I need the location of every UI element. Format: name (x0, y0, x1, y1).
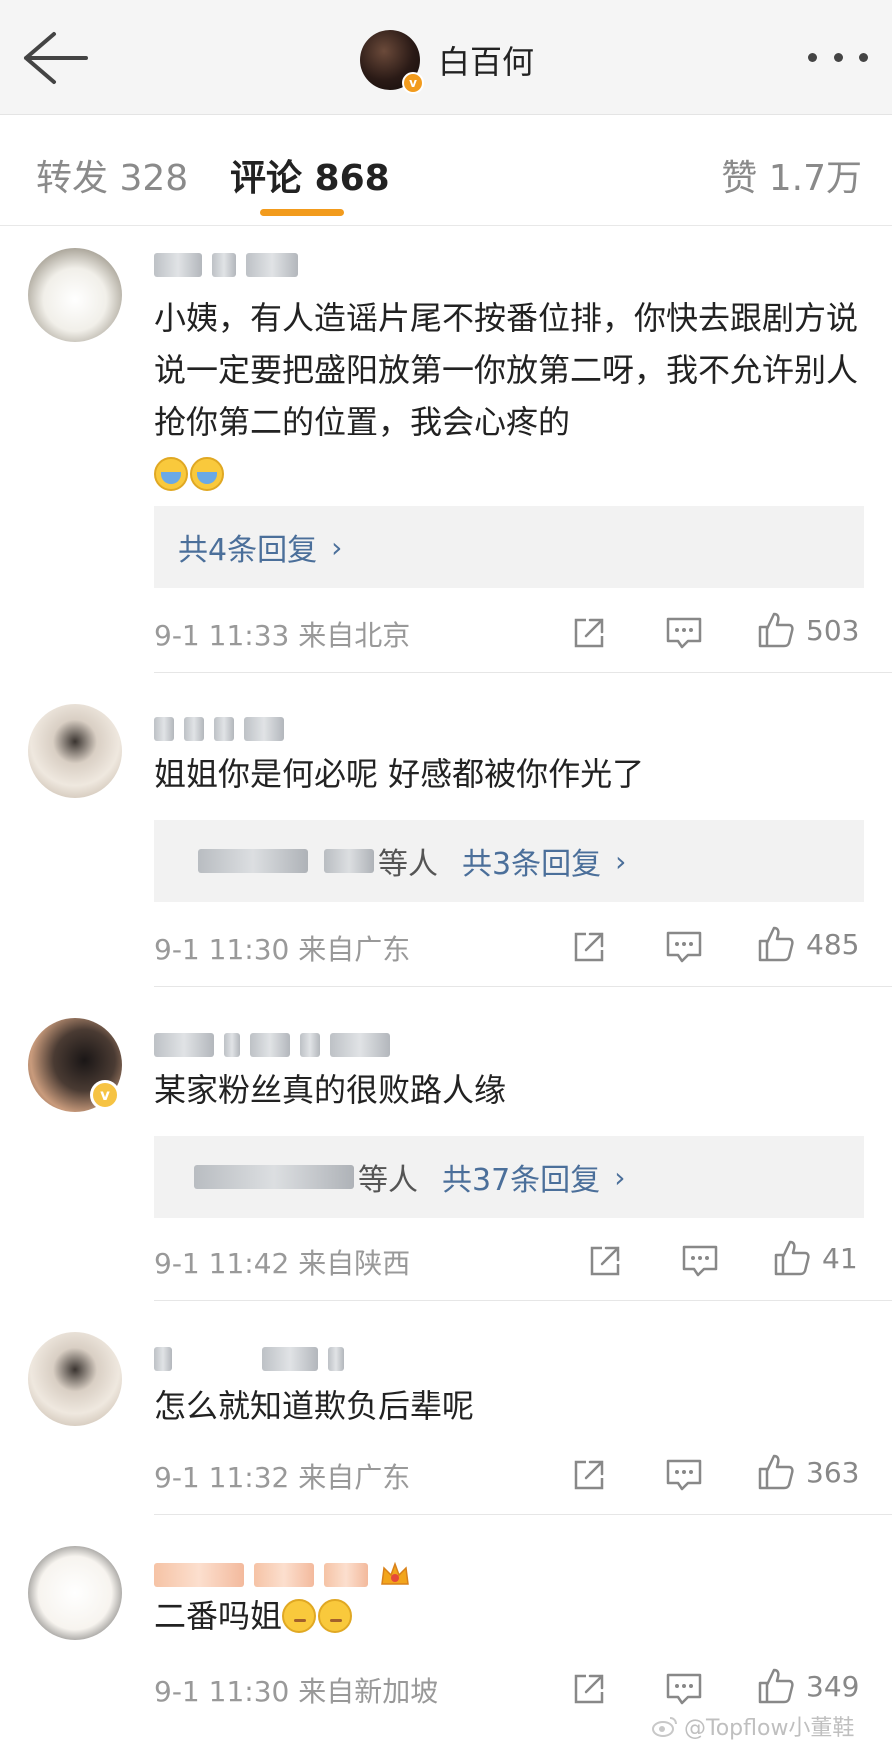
blurred-names (324, 849, 374, 873)
tab-bar: 转发 328 评论 868 赞 1.7万 (0, 115, 892, 226)
shy-emoji-icon (318, 1599, 353, 1633)
top-bar: v 白百何 (0, 0, 892, 115)
comment-text: 姐姐你是何必呢 好感都被你作光了 (154, 755, 645, 793)
comment-text: 小姨，有人造谣片尾不按番位排，你快去跟剧方说说一定要把盛阳放第一你放第二呀，我不… (154, 292, 866, 500)
like-count: 349 (806, 1669, 860, 1703)
active-tab-indicator (260, 209, 344, 216)
timestamp-location: 9-1 11:42 来自陕西 (154, 1247, 411, 1280)
avatar[interactable]: v (360, 30, 424, 94)
like-button[interactable]: 485 (756, 924, 859, 964)
thumbs-up-icon (758, 612, 794, 648)
avatar[interactable] (28, 1546, 122, 1640)
profile-title[interactable]: v 白百何 (360, 28, 535, 94)
share-icon[interactable] (570, 614, 608, 652)
reply-count-link[interactable]: 共4条回复 (178, 525, 317, 569)
more-options-icon[interactable] (808, 42, 868, 72)
avatar[interactable] (28, 704, 122, 798)
comment-text: 怎么就知道欺负后辈呢 (154, 1387, 475, 1425)
comment-icon[interactable] (664, 1670, 704, 1708)
timestamp-location: 9-1 11:30 来自新加坡 (154, 1675, 439, 1708)
share-icon[interactable] (570, 1456, 608, 1494)
watermark: @Topflow小董鞋 (652, 1710, 854, 1742)
tab-reposts[interactable]: 转发 328 (36, 149, 188, 201)
reply-prefix: 等人 (378, 847, 438, 882)
reply-box[interactable]: 等人 共3条回复 › (154, 820, 864, 902)
share-icon[interactable] (570, 928, 608, 966)
watermark-text: @Topflow小董鞋 (684, 1716, 855, 1741)
username-blurred[interactable] (154, 1342, 344, 1376)
verified-badge-icon: v (90, 1080, 120, 1110)
reply-box[interactable]: 共4条回复 › (154, 506, 864, 588)
thumbs-up-icon (758, 926, 794, 962)
like-count: 41 (822, 1241, 858, 1275)
like-count: 503 (806, 613, 860, 647)
like-count: 363 (806, 1455, 860, 1489)
weibo-logo-icon (652, 1717, 677, 1737)
crown-badge-icon (381, 1561, 409, 1585)
reply-count-link[interactable]: 共37条回复 (442, 1155, 600, 1199)
like-button[interactable]: 503 (756, 610, 859, 650)
share-icon[interactable] (570, 1670, 608, 1708)
reply-prefix: 等人 (358, 1163, 418, 1198)
crying-emoji-icon (154, 457, 188, 491)
comment-icon[interactable] (664, 928, 704, 966)
like-button[interactable]: 363 (756, 1452, 859, 1492)
thumbs-up-icon (758, 1668, 794, 1704)
like-button[interactable]: 41 (772, 1238, 858, 1278)
like-button[interactable]: 349 (756, 1666, 859, 1706)
chevron-right-icon: › (615, 844, 627, 878)
tab-likes[interactable]: 赞 1.7万 (721, 149, 862, 201)
divider (154, 1300, 892, 1301)
comment-meta: 9-1 11:42 来自陕西 (154, 1240, 866, 1284)
like-count: 485 (806, 927, 860, 961)
timestamp-location: 9-1 11:30 来自广东 (154, 933, 411, 966)
chevron-right-icon: › (331, 530, 343, 564)
thumbs-up-icon (774, 1240, 810, 1276)
page-title: 白百何 (438, 43, 535, 81)
blurred-names (198, 849, 308, 873)
comment-icon[interactable] (664, 614, 704, 652)
username-blurred[interactable] (154, 1028, 390, 1062)
back-arrow-icon[interactable] (20, 28, 90, 88)
comment-text: 某家粉丝真的很败路人缘 (154, 1071, 507, 1109)
divider (154, 986, 892, 987)
avatar[interactable] (28, 248, 122, 342)
reply-box[interactable]: 等人 共37条回复 › (154, 1136, 864, 1218)
username-blurred[interactable] (154, 712, 284, 746)
avatar[interactable] (28, 1332, 122, 1426)
reply-count-link[interactable]: 共3条回复 (462, 839, 601, 883)
divider (154, 1514, 892, 1515)
divider (154, 672, 892, 673)
comment-text: 二番吗姐 (154, 1590, 866, 1642)
crying-emoji-icon (190, 457, 224, 491)
timestamp-location: 9-1 11:33 来自北京 (154, 619, 411, 652)
thumbs-up-icon (758, 1454, 794, 1490)
blurred-names (194, 1165, 354, 1189)
tab-comments[interactable]: 评论 868 (230, 149, 390, 201)
timestamp-location: 9-1 11:32 来自广东 (154, 1461, 411, 1494)
username-blurred[interactable] (154, 248, 298, 282)
comment-icon[interactable] (680, 1242, 720, 1280)
comment-icon[interactable] (664, 1456, 704, 1494)
chevron-right-icon: › (614, 1160, 626, 1194)
shy-emoji-icon (282, 1599, 317, 1633)
verified-badge-icon: v (402, 72, 424, 94)
share-icon[interactable] (586, 1242, 624, 1280)
username-blurred[interactable] (154, 1558, 412, 1592)
